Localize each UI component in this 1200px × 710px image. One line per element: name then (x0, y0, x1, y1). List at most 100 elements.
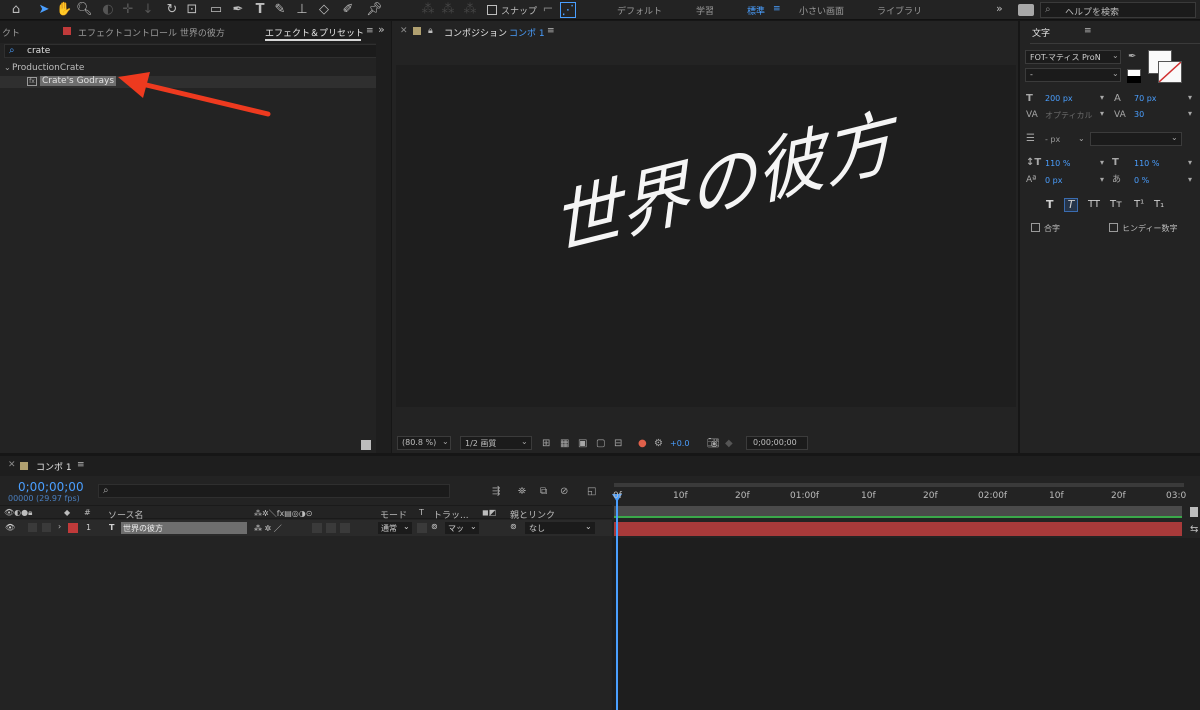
chevron-down-icon[interactable]: ▾ (1188, 109, 1192, 118)
chevron-down-icon[interactable]: ▾ (1100, 93, 1104, 102)
track-matte-dropdown[interactable]: マッ ⌄ (445, 522, 479, 534)
layer-name-field[interactable]: 世界の彼方 (121, 522, 247, 534)
chevron-down-icon[interactable]: ▾ (1188, 158, 1192, 167)
show-snapshot-icon[interactable]: ◆ (725, 438, 733, 450)
timeline-end-marker[interactable] (1190, 507, 1198, 517)
layer-switches-icons[interactable]: ⁂ ✲ ／ (254, 523, 282, 534)
composition-viewer[interactable]: 世界の彼方 (396, 65, 1016, 407)
font-size-value[interactable]: 200 px (1045, 94, 1073, 103)
preserve-transparency-toggle[interactable] (417, 523, 427, 533)
subscript-button[interactable]: T₁ (1154, 199, 1164, 211)
more-tabs-icon[interactable]: » (378, 23, 385, 36)
workspace-standard[interactable]: 標準 (747, 4, 765, 17)
layer-color-label[interactable] (68, 523, 78, 533)
all-caps-button[interactable]: TT (1088, 199, 1100, 211)
stroke-width-value[interactable]: - px (1045, 135, 1060, 144)
help-search-input[interactable]: ⌕ ヘルプを検索 (1040, 2, 1196, 18)
timeline-tab-menu-icon[interactable]: ≡ (77, 460, 85, 470)
baseline-shift-value[interactable]: 0 px (1045, 176, 1062, 185)
current-time-display[interactable]: 0;00;00;00 (18, 480, 84, 494)
font-family-dropdown[interactable]: FOT-マティス ProN ⌄ (1025, 50, 1121, 64)
mask-visibility-icon[interactable]: ▣ (578, 438, 587, 450)
switch-box-2[interactable] (326, 523, 336, 533)
chevron-down-icon[interactable]: ⌄ (1078, 134, 1085, 143)
zoom-tool-icon[interactable]: 🔍︎ (76, 2, 93, 18)
exposure-value[interactable]: +0.0 (670, 439, 689, 448)
region-of-interest-icon[interactable]: ▢ (596, 438, 605, 450)
tab-composition[interactable]: コンポジション (444, 26, 507, 39)
workspace-default[interactable]: デフォルト (617, 4, 662, 17)
canvas-text-layer[interactable]: 世界の彼方 (547, 85, 897, 271)
stroke-color-swatch[interactable] (1158, 61, 1182, 83)
layer-duration-bar[interactable] (614, 522, 1182, 536)
guides-icon[interactable]: ⊟ (614, 438, 622, 450)
shy-layers-icon[interactable]: ⧉ (540, 486, 547, 498)
hindi-digits-checkbox[interactable] (1109, 223, 1118, 232)
current-time-indicator[interactable] (616, 496, 618, 710)
motion-blur-icon[interactable]: ◱ (587, 486, 596, 498)
workspace-learn[interactable]: 学習 (696, 4, 714, 17)
zoom-dropdown[interactable]: (80.8 %) ⌄ (397, 436, 451, 450)
close-tab-icon[interactable]: ✕ (400, 26, 408, 36)
color-channels-icon[interactable]: ● (638, 438, 647, 450)
rotate-tool-icon[interactable]: ↻ (164, 2, 180, 18)
tab-project[interactable]: クト (2, 26, 20, 39)
orbit-tool-icon[interactable]: ◐ (100, 2, 116, 18)
snap-grid-icon[interactable]: ⋰ (560, 2, 576, 18)
clone-stamp-tool-icon[interactable]: ⊥ (294, 2, 310, 18)
solo-toggle[interactable] (42, 523, 51, 532)
superscript-button[interactable]: T¹ (1134, 199, 1144, 211)
stroke-order-dropdown[interactable]: ⌄ (1090, 132, 1182, 146)
fast-previews-icon[interactable]: ⊞ (542, 438, 550, 450)
swap-color-black-icon[interactable] (1127, 76, 1141, 83)
comp-tab-menu-icon[interactable]: ≡ (547, 26, 555, 36)
type-tool-icon[interactable]: T (252, 2, 268, 18)
comment-marker-icon[interactable]: ⇆ (1190, 524, 1198, 535)
pan-behind-tool-icon[interactable]: ⊡ (184, 2, 200, 18)
timecode-field[interactable]: 0;00;00;00 (746, 436, 808, 450)
brush-tool-icon[interactable]: ✎ (272, 2, 288, 18)
tab-effects-presets[interactable]: エフェクト＆プリセット (265, 26, 364, 39)
move-tool-icon[interactable]: ✛ (120, 2, 136, 18)
puppet-tool-icon[interactable]: 📌︎ (366, 2, 383, 18)
workspace-libraries[interactable]: ライブラリ (877, 4, 922, 17)
draft-3d-icon[interactable]: ⛯ (518, 486, 526, 498)
hand-tool-icon[interactable]: ✋ (56, 2, 72, 18)
timeline-search-input[interactable]: ⌕ (98, 484, 450, 498)
lock-icon[interactable]: 🔒︎ (428, 26, 433, 36)
comp-flowchart-icon[interactable]: ⇶ (492, 486, 500, 498)
small-caps-button[interactable]: Tᴛ (1110, 199, 1122, 211)
workspace-menu-icon[interactable]: ≡ (773, 4, 781, 14)
character-panel-menu-icon[interactable]: ≡ (1084, 26, 1092, 36)
dolly-tool-icon[interactable]: ↓ (140, 2, 156, 18)
more-workspaces-icon[interactable]: » (996, 2, 1003, 15)
chevron-down-icon[interactable]: ▾ (1100, 158, 1104, 167)
panel-scrollbar[interactable] (376, 43, 391, 453)
parent-dropdown[interactable]: なし ⌄ (525, 522, 595, 534)
tab-comp-name[interactable]: コンポ 1 (509, 26, 545, 39)
blend-mode-dropdown[interactable]: 通常 ⌄ (378, 522, 412, 534)
parent-pickwhip-icon[interactable]: ⊚ (510, 522, 517, 531)
close-tab-icon[interactable]: ✕ (8, 460, 16, 470)
font-style-dropdown[interactable]: - ⌄ (1025, 68, 1121, 82)
eyedropper-icon[interactable]: ✒ (1128, 51, 1136, 63)
panel-menu-icon[interactable]: ≡ (366, 26, 374, 36)
help-search-icon[interactable] (1018, 4, 1034, 16)
effects-search-input[interactable]: ⌕ crate ✕ (4, 44, 387, 58)
eraser-tool-icon[interactable]: ◇ (316, 2, 332, 18)
snap-checkbox[interactable] (487, 5, 497, 15)
chevron-right-icon[interactable]: › (58, 522, 61, 531)
chevron-down-icon[interactable]: ▾ (1100, 109, 1104, 118)
chevron-down-icon[interactable]: ⌄ (4, 63, 11, 72)
leading-value[interactable]: 70 px (1134, 94, 1157, 103)
timeline-track-area[interactable]: ⇆ (612, 478, 1200, 710)
color-management-icon[interactable]: ⚙ (654, 438, 663, 450)
home-icon[interactable]: ⌂ (8, 2, 24, 18)
audio-toggle[interactable] (28, 523, 37, 532)
visibility-eye-icon[interactable]: 👁︎ (5, 523, 15, 532)
resolution-dropdown[interactable]: 1/2 画質 ⌄ (460, 436, 532, 450)
vertical-scale-value[interactable]: 110 % (1045, 159, 1070, 168)
pen-tool-icon[interactable]: ✒ (230, 2, 246, 18)
switch-box[interactable] (312, 523, 322, 533)
work-area-bar[interactable] (614, 483, 1184, 487)
